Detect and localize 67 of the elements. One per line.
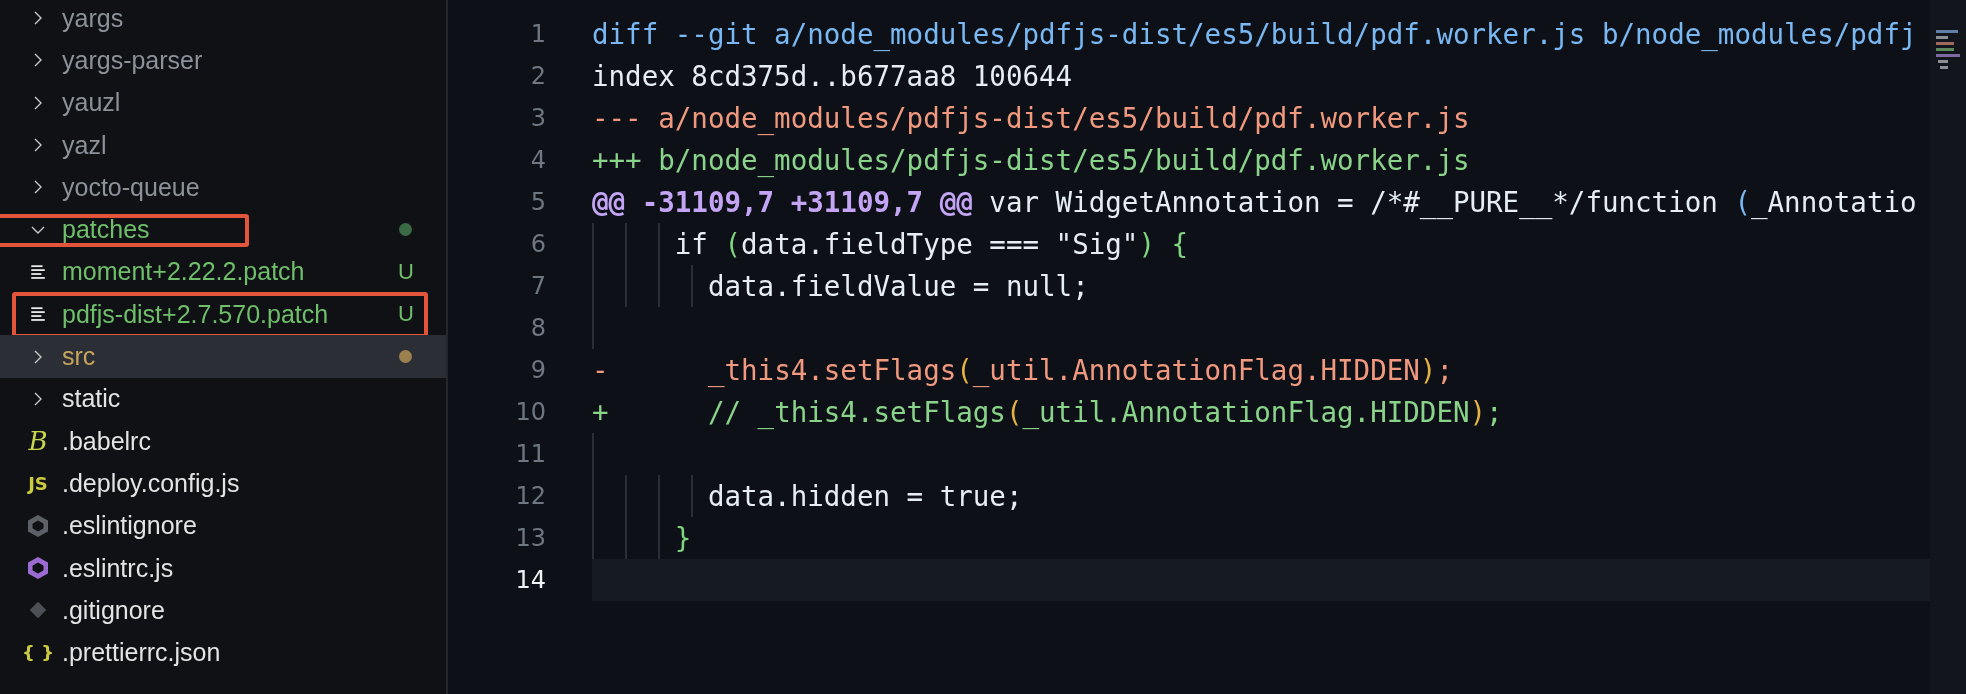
file-name: pdfjs-dist+2.7.570.patch bbox=[62, 299, 329, 329]
tree-item[interactable]: moment+2.22.2.patch U bbox=[0, 250, 446, 294]
line-number: 12 bbox=[514, 482, 546, 510]
line-number: 10 bbox=[514, 398, 546, 426]
git-status: U bbox=[398, 258, 414, 285]
line-number: 11 bbox=[514, 440, 546, 468]
diff-marker: - bbox=[592, 354, 609, 386]
tree-item[interactable]: yargs-parser bbox=[0, 39, 446, 82]
file-lines-icon bbox=[29, 262, 47, 281]
file-name: .gitignore bbox=[62, 595, 165, 625]
minimap-drawing bbox=[1936, 30, 1960, 69]
tree-item[interactable]: yocto-queue bbox=[0, 166, 446, 209]
file-type-icon: { } bbox=[22, 642, 54, 664]
file-name: .eslintignore bbox=[62, 511, 197, 541]
file-name: yauzl bbox=[62, 88, 121, 118]
file-name: .deploy.config.js bbox=[62, 468, 240, 498]
file-name: static bbox=[62, 384, 121, 414]
tree-item[interactable]: yauzl bbox=[0, 81, 446, 124]
line-number: 7 bbox=[529, 272, 546, 300]
code-line: // _this4.setFlags(_util.AnnotationFlag.HIDDEN); bbox=[706, 396, 1503, 428]
tree-item[interactable]: static bbox=[0, 377, 446, 420]
tree-item[interactable]: patches bbox=[0, 208, 446, 251]
line-number: 3 bbox=[529, 104, 546, 132]
file-lines-icon bbox=[29, 305, 47, 324]
tree-item[interactable]: src bbox=[0, 335, 446, 378]
code-line: @@ -31109,7 +31109,7 @@ var WidgetAnnotation = /*#__PURE__*/function (_Annotatio bbox=[592, 186, 1917, 218]
code-line: } bbox=[673, 522, 692, 554]
file-name: .eslintrc.js bbox=[62, 553, 174, 583]
file-name: yargs bbox=[62, 3, 124, 33]
line-number: 2 bbox=[529, 62, 546, 90]
line-number: 6 bbox=[529, 230, 546, 258]
diff-marker: + bbox=[592, 396, 609, 428]
tree-item[interactable]: .eslintrc.js bbox=[0, 546, 446, 590]
file-name: .prettierrc.json bbox=[62, 638, 221, 668]
tree-item[interactable]: yazl bbox=[0, 123, 446, 167]
code-line: index 8cd375d..b677aa8 100644 bbox=[592, 60, 1073, 92]
file-name: patches bbox=[62, 215, 150, 245]
diamond-icon bbox=[29, 601, 47, 620]
code-line: _this4.setFlags(_util.AnnotationFlag.HIDDEN); bbox=[706, 354, 1453, 386]
file-name: yazl bbox=[62, 130, 107, 160]
file-name: moment+2.22.2.patch bbox=[62, 257, 305, 287]
line-number: 13 bbox=[514, 524, 546, 552]
tree-item[interactable]: { } .prettierrc.json bbox=[0, 631, 446, 674]
line-number: 14 bbox=[514, 566, 546, 594]
tree-item[interactable]: B .babelrc bbox=[0, 419, 446, 463]
line-number: 5 bbox=[529, 188, 546, 216]
line-number: 8 bbox=[529, 314, 546, 342]
file-name: .babelrc bbox=[62, 426, 151, 456]
code-line: data.hidden = true; bbox=[706, 480, 1023, 512]
file-name: yargs-parser bbox=[62, 45, 203, 75]
line-number: 1 bbox=[529, 20, 546, 48]
code-line: if (data.fieldType === "Sig") { bbox=[673, 228, 1189, 260]
file-type-icon: JS bbox=[28, 472, 48, 494]
tree-item[interactable]: .eslintignore bbox=[0, 504, 446, 547]
file-name: src bbox=[62, 342, 96, 371]
tree-item[interactable]: JS .deploy.config.js bbox=[0, 462, 446, 505]
file-type-icon: B bbox=[28, 426, 48, 457]
code-line: data.fieldValue = null; bbox=[706, 270, 1089, 302]
tree-item[interactable]: .gitignore bbox=[0, 589, 446, 632]
git-status: U bbox=[398, 301, 414, 328]
file-name: yocto-queue bbox=[62, 172, 200, 202]
code-line: +++ b/node_modules/pdfjs-dist/es5/build/pdf.worker.js bbox=[592, 144, 1470, 176]
tree-item[interactable]: yargs bbox=[0, 0, 446, 40]
code-line: diff --git a/node_modules/pdfjs-dist/es5/build/pdf.worker.js b/node_modules/pdfj bbox=[592, 18, 1917, 50]
line-number: 4 bbox=[529, 146, 546, 174]
line-number: 9 bbox=[529, 356, 546, 384]
code-line: --- a/node_modules/pdfjs-dist/es5/build/pdf.worker.js bbox=[592, 102, 1470, 134]
